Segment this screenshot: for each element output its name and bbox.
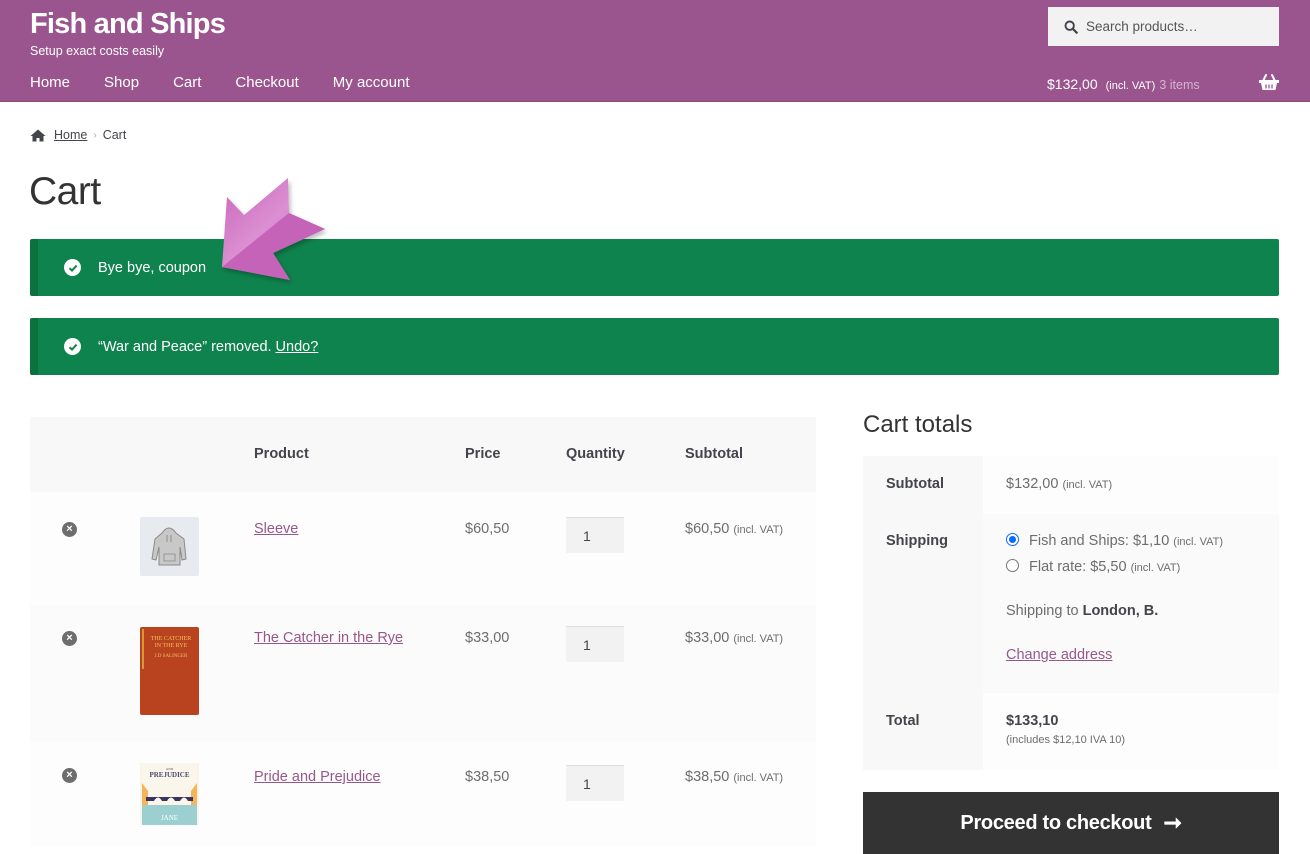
change-address-link[interactable]: Change address — [1006, 647, 1112, 663]
shipping-to-prefix: Shipping to — [1006, 603, 1079, 619]
nav-cart[interactable]: Cart — [173, 74, 201, 91]
total-label: Total — [863, 693, 983, 770]
basket-icon[interactable] — [1259, 74, 1279, 91]
shipping-option-label: Fish and Ships: $1,10 — [1029, 533, 1170, 549]
subtotal-cell: $132,00 (incl. VAT) — [983, 456, 1279, 514]
nav-my-account[interactable]: My account — [333, 74, 410, 91]
subtotal-value: $132,00 — [1006, 476, 1059, 492]
totals-subtotal-row: Subtotal $132,00 (incl. VAT) — [863, 456, 1279, 514]
mini-cart[interactable]: $132,00 (incl. VAT) 3 items — [1047, 76, 1200, 92]
product-thumbnail-hoodie[interactable] — [140, 517, 199, 576]
svg-text:IN THE RYE: IN THE RYE — [155, 643, 188, 649]
product-link[interactable]: The Catcher in the Rye — [254, 630, 403, 646]
subtotal-value: $33,00 — [685, 630, 730, 646]
radio-unselected[interactable] — [1006, 559, 1019, 572]
check-circle-icon — [64, 338, 81, 355]
total-tax-note: (includes $12,10 IVA 10) — [1006, 734, 1126, 746]
product-price: $33,00 — [465, 630, 510, 646]
shipping-destination: Shipping to London, B. — [1006, 603, 1279, 619]
site-title[interactable]: Fish and Ships — [30, 8, 226, 41]
remove-item-icon[interactable]: × — [62, 522, 77, 537]
shipping-option-label: Flat rate: $5,50 — [1029, 559, 1127, 575]
check-circle-icon — [64, 259, 81, 276]
product-thumbnail-catcher-book[interactable]: THE CATCHER IN THE RYE J.D SALINGER — [140, 627, 199, 715]
breadcrumb: Home › Cart — [30, 128, 126, 142]
shipping-option-fish-and-ships[interactable]: Fish and Ships: $1,10 (incl. VAT) — [1006, 533, 1279, 549]
radio-selected[interactable] — [1006, 533, 1019, 546]
mini-cart-amount: $132,00 — [1047, 76, 1098, 92]
tax-label: (incl. VAT) — [733, 524, 784, 536]
quantity-input[interactable] — [566, 765, 624, 801]
cart-row: × Sleeve $60,50 $60,50 (incl. VAT) — [30, 492, 816, 605]
tax-label: (incl. VAT) — [1062, 479, 1113, 491]
arrow-right-icon: ➞ — [1163, 810, 1182, 835]
nav-home[interactable]: Home — [30, 74, 70, 91]
search-input[interactable] — [1086, 19, 1266, 34]
cart-row: × THE CATCHER IN THE RYE J.D SALINGER Th… — [30, 605, 816, 741]
tax-label: (incl. VAT) — [733, 772, 784, 784]
total-value: $133,10 — [1006, 713, 1059, 729]
tax-label: (incl. VAT) — [733, 633, 784, 645]
remove-item-icon[interactable]: × — [62, 768, 77, 783]
cart-table-header: Product Price Quantity Subtotal — [30, 417, 816, 492]
product-subtotal: $60,50 (incl. VAT) — [685, 521, 783, 537]
column-subtotal: Subtotal — [685, 446, 743, 462]
tax-label: (incl. VAT) — [1130, 562, 1181, 574]
remove-item-icon[interactable]: × — [62, 631, 77, 646]
subtotal-value: $60,50 — [685, 521, 730, 537]
breadcrumb-current: Cart — [102, 128, 127, 142]
cart-row: × AND PREJUDICE JANE Pride and Prejudice… — [30, 741, 816, 846]
quantity-input[interactable] — [566, 517, 624, 553]
product-search[interactable] — [1048, 7, 1279, 46]
breadcrumb-home[interactable]: Home — [54, 128, 87, 142]
svg-text:JANE: JANE — [161, 814, 178, 822]
site-tagline: Setup exact costs easily — [30, 44, 165, 58]
product-link[interactable]: Sleeve — [254, 521, 298, 537]
product-price: $38,50 — [465, 769, 510, 785]
tax-label: (incl. VAT) — [1173, 536, 1224, 548]
annotation-arrow-icon — [222, 178, 325, 280]
product-thumbnail-pride-book[interactable]: AND PREJUDICE JANE — [140, 763, 199, 825]
cart-table: Product Price Quantity Subtotal × Sleeve… — [30, 417, 816, 846]
nav-shop[interactable]: Shop — [104, 74, 139, 91]
breadcrumb-separator: › — [93, 129, 97, 141]
product-link[interactable]: Pride and Prejudice — [254, 769, 381, 785]
checkout-button-label: Proceed to checkout — [960, 811, 1152, 834]
svg-text:J.D SALINGER: J.D SALINGER — [155, 654, 188, 659]
nav-checkout[interactable]: Checkout — [235, 74, 298, 91]
product-subtotal: $38,50 (incl. VAT) — [685, 769, 783, 785]
total-cell: $133,10 (includes $12,10 IVA 10) — [983, 693, 1279, 770]
undo-link[interactable]: Undo? — [276, 339, 319, 355]
home-icon — [30, 129, 46, 141]
shipping-option-flat-rate[interactable]: Flat rate: $5,50 (incl. VAT) — [1006, 559, 1279, 575]
shipping-to-place: London, B. — [1082, 603, 1159, 619]
primary-navigation: Home Shop Cart Checkout My account — [30, 74, 443, 91]
mini-cart-count: 3 items — [1159, 78, 1200, 92]
item-removed-notice: “War and Peace” removed. Undo? — [30, 318, 1279, 375]
totals-shipping-row: Shipping Fish and Ships: $1,10 (incl. VA… — [863, 514, 1279, 693]
page-title: Cart — [29, 170, 101, 213]
notice-text: “War and Peace” removed. — [98, 338, 272, 355]
search-icon — [1064, 20, 1078, 34]
column-product: Product — [254, 446, 309, 462]
product-price: $60,50 — [465, 521, 510, 537]
cart-totals-table: Subtotal $132,00 (incl. VAT) Shipping Fi… — [863, 456, 1279, 770]
svg-text:PREJUDICE: PREJUDICE — [149, 771, 189, 779]
svg-text:THE CATCHER: THE CATCHER — [151, 636, 192, 642]
site-header: Fish and Ships Setup exact costs easily … — [0, 0, 1310, 102]
proceed-to-checkout-button[interactable]: Proceed to checkout ➞ — [863, 792, 1279, 854]
notice-text: Bye bye, coupon — [98, 259, 207, 276]
mini-cart-tax-label: (incl. VAT) — [1105, 80, 1156, 92]
column-quantity: Quantity — [566, 446, 625, 462]
cart-totals-title: Cart totals — [863, 411, 973, 438]
totals-total-row: Total $133,10 (includes $12,10 IVA 10) — [863, 693, 1279, 770]
shipping-label: Shipping — [863, 514, 983, 693]
shipping-cell: Fish and Ships: $1,10 (incl. VAT) Flat r… — [983, 514, 1279, 693]
product-subtotal: $33,00 (incl. VAT) — [685, 630, 783, 646]
quantity-input[interactable] — [566, 626, 624, 662]
subtotal-value: $38,50 — [685, 769, 730, 785]
column-price: Price — [465, 446, 501, 462]
subtotal-label: Subtotal — [863, 456, 983, 514]
